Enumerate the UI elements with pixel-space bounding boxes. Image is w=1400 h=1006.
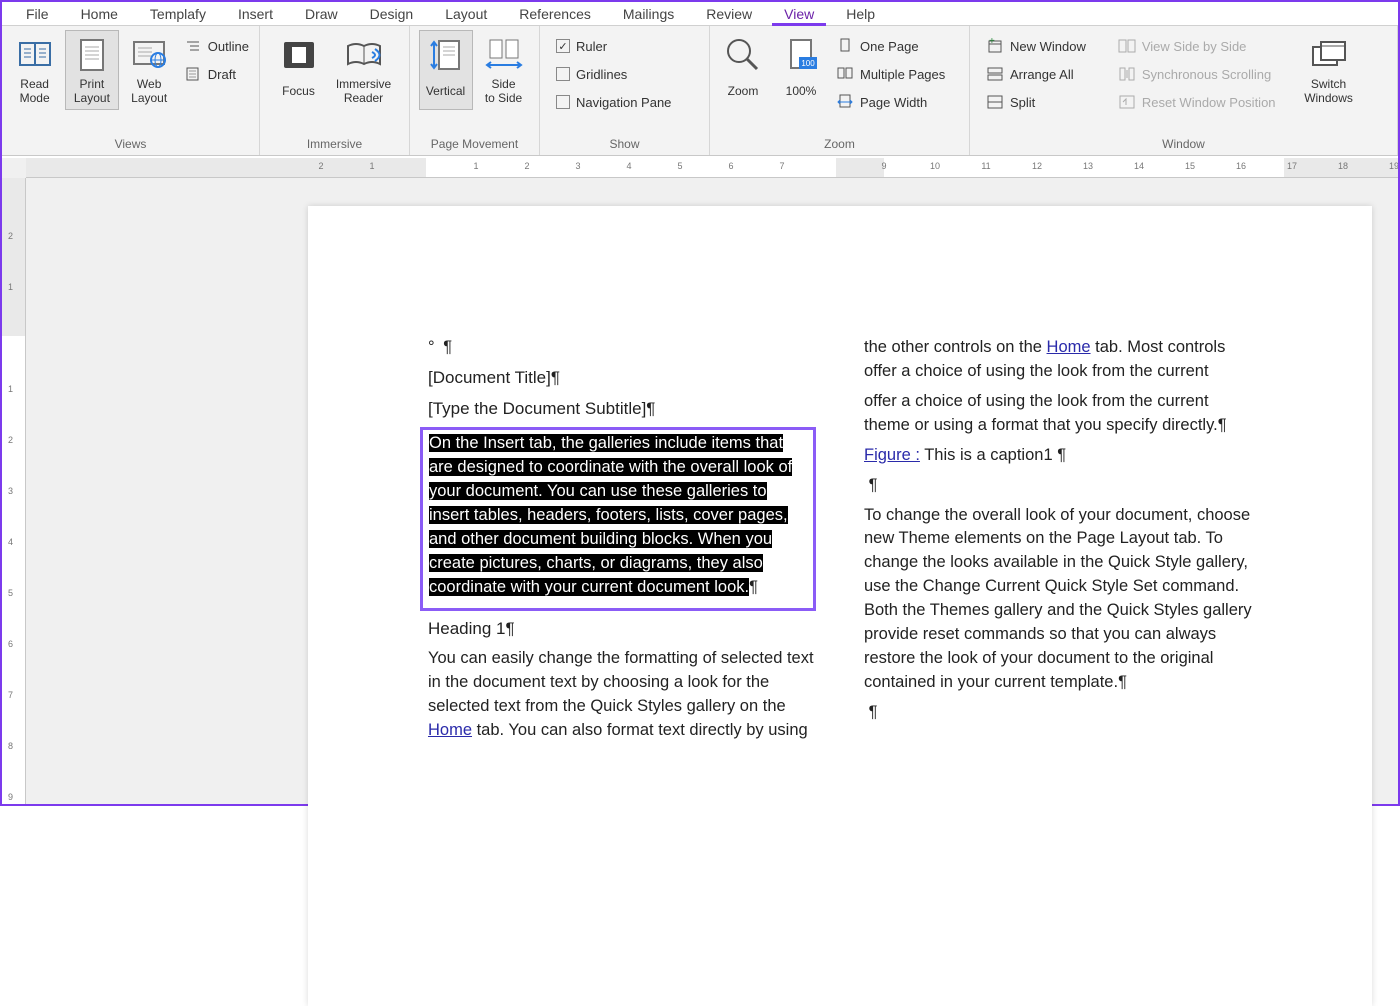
vertical-ruler[interactable]: 21123456789 — [2, 178, 26, 804]
svg-text:100: 100 — [801, 59, 815, 68]
synchronous-scrolling-button[interactable]: Synchronous Scrolling — [1114, 60, 1280, 88]
empty-paragraph[interactable] — [864, 474, 1252, 498]
multiple-pages-button[interactable]: Multiple Pages — [832, 60, 949, 88]
view-side-by-side-button[interactable]: View Side by Side — [1114, 32, 1280, 60]
outline-icon — [184, 39, 202, 53]
sync-scroll-icon — [1118, 66, 1136, 82]
tab-draw[interactable]: Draw — [289, 4, 354, 25]
page-width-icon — [836, 94, 854, 110]
selected-paragraph[interactable]: On the Insert tab, the galleries include… — [429, 432, 807, 599]
checkbox-icon — [556, 67, 570, 81]
col2-main-paragraph[interactable]: To change the overall look of your docum… — [864, 504, 1252, 695]
tab-file[interactable]: File — [10, 4, 65, 25]
tab-references[interactable]: References — [503, 4, 607, 25]
ribbon-tabs: File Home Templafy Insert Draw Design La… — [2, 2, 1398, 26]
outline-button[interactable]: Outline — [180, 32, 253, 60]
group-zoom: Zoom 100 100% One Page Multiple Pages — [710, 26, 970, 155]
split-button[interactable]: Split — [982, 88, 1090, 116]
zoom-100-button[interactable]: 100 100% — [774, 30, 828, 110]
print-layout-button[interactable]: Print Layout — [65, 30, 118, 110]
switch-windows-button[interactable]: Switch Windows — [1298, 30, 1360, 110]
group-zoom-label: Zoom — [710, 135, 969, 155]
checkbox-icon — [556, 95, 570, 109]
reset-position-icon — [1118, 94, 1136, 110]
tab-insert[interactable]: Insert — [222, 4, 289, 25]
group-views-label: Views — [2, 135, 259, 155]
group-show: ✓ Ruler Gridlines Navigation Pane Show — [540, 26, 710, 155]
group-window-label: Window — [970, 135, 1397, 155]
ruler-checkbox[interactable]: ✓ Ruler — [552, 32, 675, 60]
vertical-button[interactable]: Vertical — [419, 30, 473, 110]
tab-home[interactable]: Home — [65, 4, 134, 25]
reset-window-position-button[interactable]: Reset Window Position — [1114, 88, 1280, 116]
group-window: + New Window Arrange All Split View Side… — [970, 26, 1398, 155]
document-title[interactable]: [Document Title] — [428, 366, 816, 391]
zoom-100-icon: 100 — [783, 35, 819, 75]
draft-button[interactable]: Draft — [180, 60, 253, 88]
selection-highlight-box: On the Insert tab, the galleries include… — [420, 427, 816, 610]
group-views: Read Mode Print Layout Web Layout Outlin… — [2, 26, 260, 155]
svg-text:+: + — [989, 38, 995, 47]
read-mode-icon — [18, 35, 52, 75]
zoom-button[interactable]: Zoom — [716, 30, 770, 110]
col2-top-paragraph[interactable]: offer a choice of using the look from th… — [864, 390, 1252, 438]
tab-layout[interactable]: Layout — [429, 4, 503, 25]
tab-view[interactable]: View — [768, 4, 830, 25]
immersive-reader-icon — [344, 35, 384, 75]
document-body[interactable]: [Document Title] [Type the Document Subt… — [308, 206, 1372, 743]
figure-link[interactable]: Figure : — [864, 446, 920, 464]
group-immersive: Focus Immersive Reader Immersive — [260, 26, 410, 155]
focus-icon — [281, 35, 317, 75]
one-page-button[interactable]: One Page — [832, 32, 949, 60]
tab-design[interactable]: Design — [354, 4, 430, 25]
new-window-icon: + — [986, 38, 1004, 54]
document-subtitle[interactable]: [Type the Document Subtitle] — [428, 397, 816, 422]
group-immersive-label: Immersive — [260, 135, 409, 155]
editing-workspace: 211234567910111213141516171819 211234567… — [2, 158, 1398, 804]
tab-review[interactable]: Review — [690, 4, 768, 25]
heading-1[interactable]: Heading 1 — [428, 617, 816, 642]
ribbon: Read Mode Print Layout Web Layout Outlin… — [2, 26, 1398, 156]
figure-caption[interactable]: Figure : This is a caption1 — [864, 444, 1252, 468]
focus-button[interactable]: Focus — [272, 30, 326, 110]
tab-templafy[interactable]: Templafy — [134, 4, 222, 25]
anchor-mark — [428, 336, 816, 360]
one-page-icon — [836, 38, 854, 54]
checkbox-checked-icon: ✓ — [556, 39, 570, 53]
immersive-reader-button[interactable]: Immersive Reader — [330, 30, 398, 110]
print-layout-icon — [77, 35, 107, 75]
web-layout-icon — [132, 35, 166, 75]
group-page-movement-label: Page Movement — [410, 135, 539, 155]
group-page-movement: Vertical Side to Side Page Movement — [410, 26, 540, 155]
new-window-button[interactable]: + New Window — [982, 32, 1090, 60]
home-link[interactable]: Home — [428, 721, 472, 739]
read-mode-button[interactable]: Read Mode — [8, 30, 61, 110]
horizontal-ruler[interactable]: 211234567910111213141516171819 — [26, 158, 1398, 178]
gridlines-checkbox[interactable]: Gridlines — [552, 60, 675, 88]
tab-help[interactable]: Help — [830, 4, 891, 25]
vertical-icon — [429, 35, 463, 75]
zoom-icon — [725, 35, 761, 75]
multiple-pages-icon — [836, 66, 854, 82]
arrange-all-button[interactable]: Arrange All — [982, 60, 1090, 88]
group-show-label: Show — [540, 135, 709, 155]
page-width-button[interactable]: Page Width — [832, 88, 949, 116]
arrange-all-icon — [986, 66, 1004, 82]
switch-windows-icon — [1310, 35, 1348, 75]
document-page[interactable]: [Document Title] [Type the Document Subt… — [308, 206, 1372, 1006]
empty-paragraph-2[interactable] — [864, 701, 1252, 725]
web-layout-button[interactable]: Web Layout — [123, 30, 176, 110]
split-icon — [986, 94, 1004, 110]
side-to-side-button[interactable]: Side to Side — [477, 30, 531, 110]
home-link-2[interactable]: Home — [1047, 338, 1091, 356]
side-by-side-icon — [1118, 38, 1136, 54]
tab-mailings[interactable]: Mailings — [607, 4, 690, 25]
draft-icon — [184, 67, 202, 81]
navigation-pane-checkbox[interactable]: Navigation Pane — [552, 88, 675, 116]
side-to-side-icon — [484, 35, 524, 75]
